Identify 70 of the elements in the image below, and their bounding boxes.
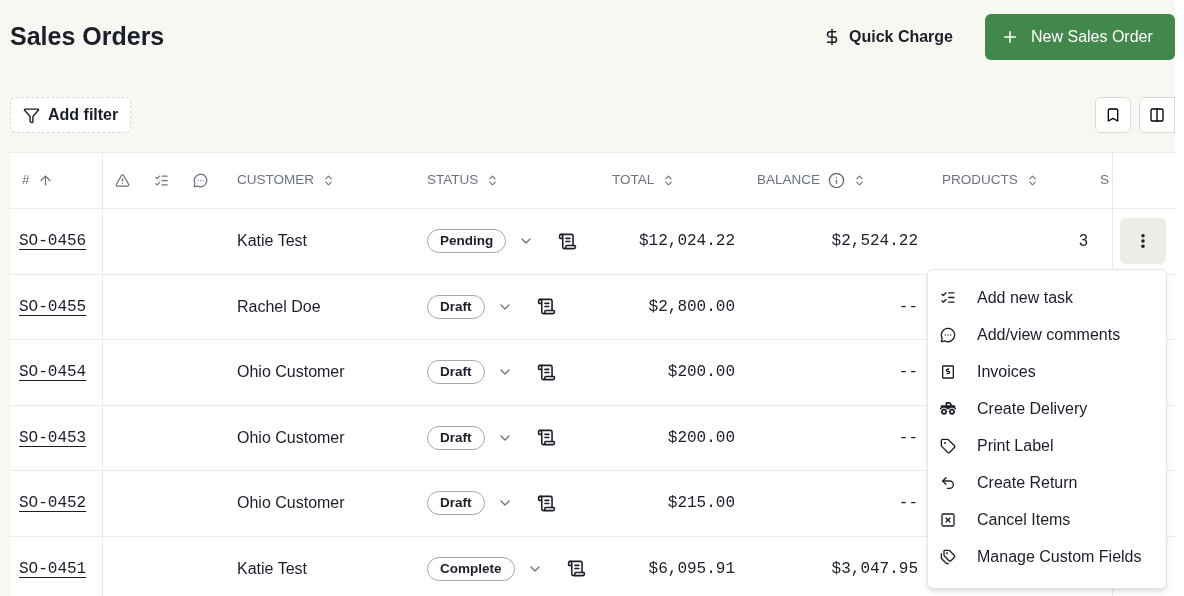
menu-item[interactable]: Add/view comments (940, 316, 1154, 353)
customer-name: Ohio Customer (237, 427, 345, 448)
balance-amount: $2,524.22 (831, 231, 918, 253)
tags-icon (940, 548, 956, 565)
list-checks-icon (154, 173, 169, 188)
customer-name: Ohio Customer (237, 493, 345, 514)
balance-amount: $3,047.95 (831, 558, 918, 580)
new-sales-order-button[interactable]: New Sales Order (985, 13, 1175, 60)
customer-name: Ohio Customer (237, 362, 345, 383)
more-icon (1140, 234, 1145, 249)
status-badge[interactable]: Draft (427, 360, 485, 385)
tag-icon (940, 437, 956, 454)
dollar-document-icon (940, 363, 956, 380)
scroll-icon[interactable] (536, 428, 556, 448)
total-amount: $200.00 (667, 427, 735, 449)
balance-amount: -- (898, 493, 918, 515)
order-link[interactable]: SO-0455 (19, 294, 87, 319)
order-link[interactable]: SO-0452 (19, 491, 87, 516)
column-header: # (22, 171, 30, 190)
warning-icon (115, 173, 130, 188)
menu-item[interactable]: Create Delivery (940, 390, 1154, 427)
customer-name: Katie Test (237, 558, 307, 579)
column-header: STATUS (427, 171, 479, 190)
total-amount: $215.00 (667, 493, 735, 515)
comment-icon (193, 173, 208, 188)
menu-item[interactable]: Add new task (940, 279, 1154, 316)
column-header: TOTAL (612, 171, 655, 190)
customer-name: Rachel Doe (237, 296, 321, 317)
scroll-icon[interactable] (566, 559, 586, 579)
sort-ascending-icon[interactable] (37, 173, 53, 188)
undo-icon (940, 474, 956, 491)
columns-icon (1149, 107, 1165, 123)
column-header: BALANCE (757, 171, 821, 190)
x-square-icon (940, 511, 956, 528)
order-link[interactable]: SO-0454 (19, 360, 87, 385)
truck-icon (940, 400, 956, 417)
scroll-icon[interactable] (536, 362, 556, 382)
total-amount: $2,800.00 (648, 296, 735, 318)
scroll-icon[interactable] (536, 297, 556, 317)
balance-amount: -- (898, 296, 918, 318)
quick-charge-button[interactable]: Quick Charge (822, 24, 953, 49)
menu-item[interactable]: Print Label (940, 427, 1154, 464)
product-count: 3 (1079, 231, 1088, 252)
menu-item[interactable]: Manage Custom Fields (940, 538, 1154, 575)
menu-item[interactable]: Cancel Items (940, 501, 1154, 538)
bookmark-icon (1105, 107, 1121, 123)
column-header: CUSTOMER (237, 171, 314, 190)
column-header: PRODUCTS (942, 171, 1018, 190)
balance-amount: -- (898, 427, 918, 449)
column-header: S (1100, 171, 1109, 190)
total-amount: $6,095.91 (648, 558, 735, 580)
order-link[interactable]: SO-0451 (19, 556, 87, 581)
total-amount: $200.00 (667, 362, 735, 384)
sort-icon[interactable] (322, 174, 335, 187)
filter-icon (23, 106, 40, 124)
customer-name: Katie Test (237, 231, 307, 252)
total-amount: $12,024.22 (639, 231, 735, 253)
order-link[interactable]: SO-0453 (19, 425, 87, 450)
comment-icon (940, 326, 956, 343)
scroll-icon[interactable] (536, 493, 556, 513)
columns-button[interactable] (1139, 97, 1175, 133)
menu-item[interactable]: Invoices (940, 353, 1154, 390)
page-title: Sales Orders (10, 20, 165, 52)
bookmark-button[interactable] (1095, 97, 1131, 133)
list-checks-icon (940, 289, 956, 306)
add-filter-button[interactable]: Add filter (10, 97, 132, 133)
order-link[interactable]: SO-0456 (19, 229, 87, 254)
scroll-icon[interactable] (558, 231, 578, 251)
balance-amount: -- (898, 362, 918, 384)
menu-item[interactable]: Create Return (940, 464, 1154, 501)
